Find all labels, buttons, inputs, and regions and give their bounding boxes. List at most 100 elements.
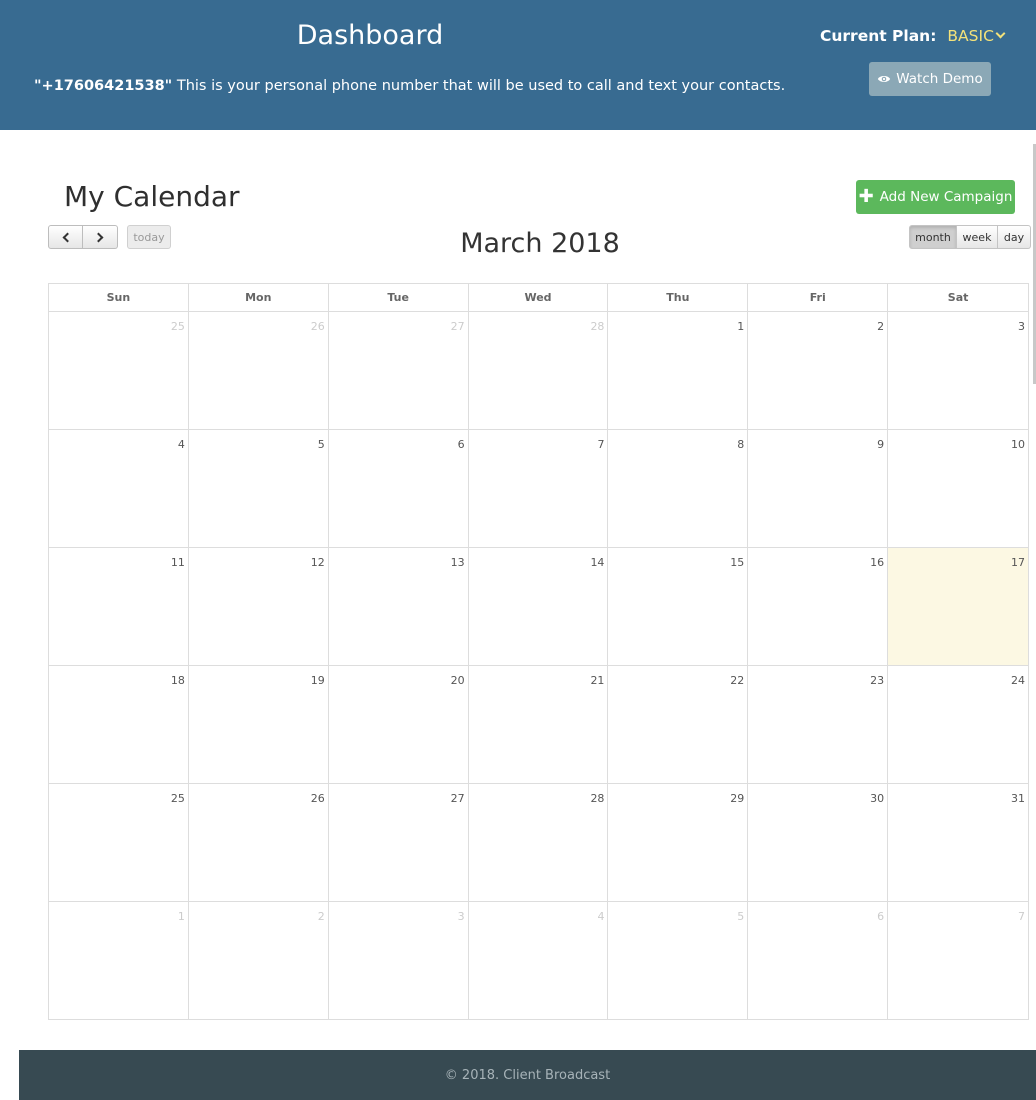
day-cell[interactable]: 24 — [888, 666, 1030, 784]
week-row: 18 19 20 21 22 23 24 — [49, 666, 1030, 784]
day-number: 6 — [877, 910, 885, 923]
week-row: 25 26 27 28 1 2 3 — [49, 312, 1030, 430]
day-number: 8 — [737, 438, 745, 451]
day-number: 18 — [170, 674, 185, 687]
day-number: 5 — [737, 910, 745, 923]
copyright-text: © 2018. Client Broadcast — [444, 1067, 611, 1083]
day-cell[interactable]: 20 — [328, 666, 469, 784]
day-cell[interactable]: 29 — [608, 784, 749, 902]
day-cell[interactable]: 9 — [748, 430, 889, 548]
day-cell[interactable]: 26 — [188, 784, 329, 902]
plan-dropdown[interactable]: BASIC — [947, 27, 1006, 45]
day-number: 4 — [597, 910, 605, 923]
day-number: 14 — [590, 556, 605, 569]
day-cell[interactable]: 18 — [49, 666, 189, 784]
day-cell[interactable]: 13 — [328, 548, 469, 666]
eye-icon — [878, 76, 891, 82]
week-row: 1 2 3 4 5 6 7 — [49, 902, 1030, 1020]
day-cell[interactable]: 10 — [888, 430, 1030, 548]
day-cell[interactable]: 25 — [49, 784, 189, 902]
day-cell[interactable]: 14 — [468, 548, 609, 666]
day-cell[interactable]: 28 — [468, 312, 609, 430]
day-cell[interactable]: 26 — [188, 312, 329, 430]
day-number: 21 — [590, 674, 605, 687]
day-cell[interactable]: 25 — [49, 312, 189, 430]
day-cell[interactable]: 5 — [608, 902, 749, 1020]
day-cell-today[interactable]: 17 — [888, 548, 1030, 666]
view-month-button[interactable]: month — [909, 225, 957, 249]
day-cell[interactable]: 23 — [748, 666, 889, 784]
day-number: 16 — [870, 556, 885, 569]
day-number: 20 — [450, 674, 465, 687]
day-cell[interactable]: 11 — [49, 548, 189, 666]
day-cell[interactable]: 31 — [888, 784, 1030, 902]
day-cell[interactable]: 1 — [608, 312, 749, 430]
day-number: 3 — [457, 910, 465, 923]
view-day-button[interactable]: day — [998, 225, 1031, 249]
day-cell[interactable]: 22 — [608, 666, 749, 784]
day-cell[interactable]: 3 — [888, 312, 1030, 430]
day-number: 28 — [590, 792, 605, 805]
view-switcher: month week day — [909, 225, 1031, 249]
day-cell[interactable]: 16 — [748, 548, 889, 666]
day-cell[interactable]: 2 — [748, 312, 889, 430]
day-number: 28 — [590, 320, 605, 333]
day-number: 27 — [450, 792, 465, 805]
day-cell[interactable]: 1 — [49, 902, 189, 1020]
day-number: 27 — [450, 320, 465, 333]
page-title: Dashboard — [296, 20, 444, 51]
day-cell[interactable]: 28 — [468, 784, 609, 902]
day-number: 1 — [737, 320, 745, 333]
view-week-button[interactable]: week — [957, 225, 998, 249]
watch-demo-button[interactable]: Watch Demo — [869, 62, 991, 96]
day-cell[interactable]: 19 — [188, 666, 329, 784]
day-number: 13 — [450, 556, 465, 569]
day-number: 22 — [730, 674, 745, 687]
month-title: March 2018 — [460, 228, 620, 259]
day-cell[interactable]: 21 — [468, 666, 609, 784]
day-cell[interactable]: 5 — [188, 430, 329, 548]
day-cell[interactable]: 4 — [49, 430, 189, 548]
day-number: 2 — [317, 910, 325, 923]
day-cell[interactable]: 3 — [328, 902, 469, 1020]
day-cell[interactable]: 2 — [188, 902, 329, 1020]
day-cell[interactable]: 15 — [608, 548, 749, 666]
footer: © 2018. Client Broadcast — [19, 1050, 1036, 1100]
plan-value[interactable]: BASIC — [947, 27, 993, 45]
day-cell[interactable]: 6 — [748, 902, 889, 1020]
phone-description: This is your personal phone number that … — [172, 78, 786, 94]
day-cell[interactable]: 27 — [328, 784, 469, 902]
weekday-header: Sat — [888, 284, 1030, 312]
day-cell[interactable]: 8 — [608, 430, 749, 548]
day-number: 24 — [1011, 674, 1026, 687]
day-cell[interactable]: 7 — [888, 902, 1030, 1020]
phone-info: "+17606421538" This is your personal pho… — [34, 78, 785, 94]
next-month-button[interactable] — [83, 225, 118, 249]
day-cell[interactable]: 7 — [468, 430, 609, 548]
add-campaign-label[interactable]: Add New Campaign — [880, 189, 1013, 205]
watch-demo-label[interactable]: Watch Demo — [896, 71, 982, 87]
phone-number: "+17606421538" — [34, 78, 173, 94]
day-cell[interactable]: 4 — [468, 902, 609, 1020]
day-cell[interactable]: 27 — [328, 312, 469, 430]
day-number: 19 — [310, 674, 325, 687]
plan-label: Current Plan: — [820, 27, 937, 45]
day-number: 9 — [877, 438, 885, 451]
day-number: 7 — [597, 438, 605, 451]
day-number: 3 — [1018, 320, 1026, 333]
today-button[interactable]: today — [127, 225, 171, 249]
day-number: 26 — [310, 792, 325, 805]
add-new-campaign-button[interactable]: ✚ Add New Campaign — [856, 180, 1015, 214]
chevron-down-icon[interactable] — [995, 28, 1006, 39]
weekday-header: Wed — [468, 284, 609, 312]
day-cell[interactable]: 30 — [748, 784, 889, 902]
day-cell[interactable]: 12 — [188, 548, 329, 666]
weekday-header: Fri — [748, 284, 889, 312]
day-number: 2 — [877, 320, 885, 333]
day-number: 17 — [1011, 556, 1026, 569]
prev-month-button[interactable] — [48, 225, 83, 249]
day-number: 7 — [1018, 910, 1026, 923]
day-number: 4 — [177, 438, 185, 451]
day-cell[interactable]: 6 — [328, 430, 469, 548]
day-number: 11 — [170, 556, 185, 569]
